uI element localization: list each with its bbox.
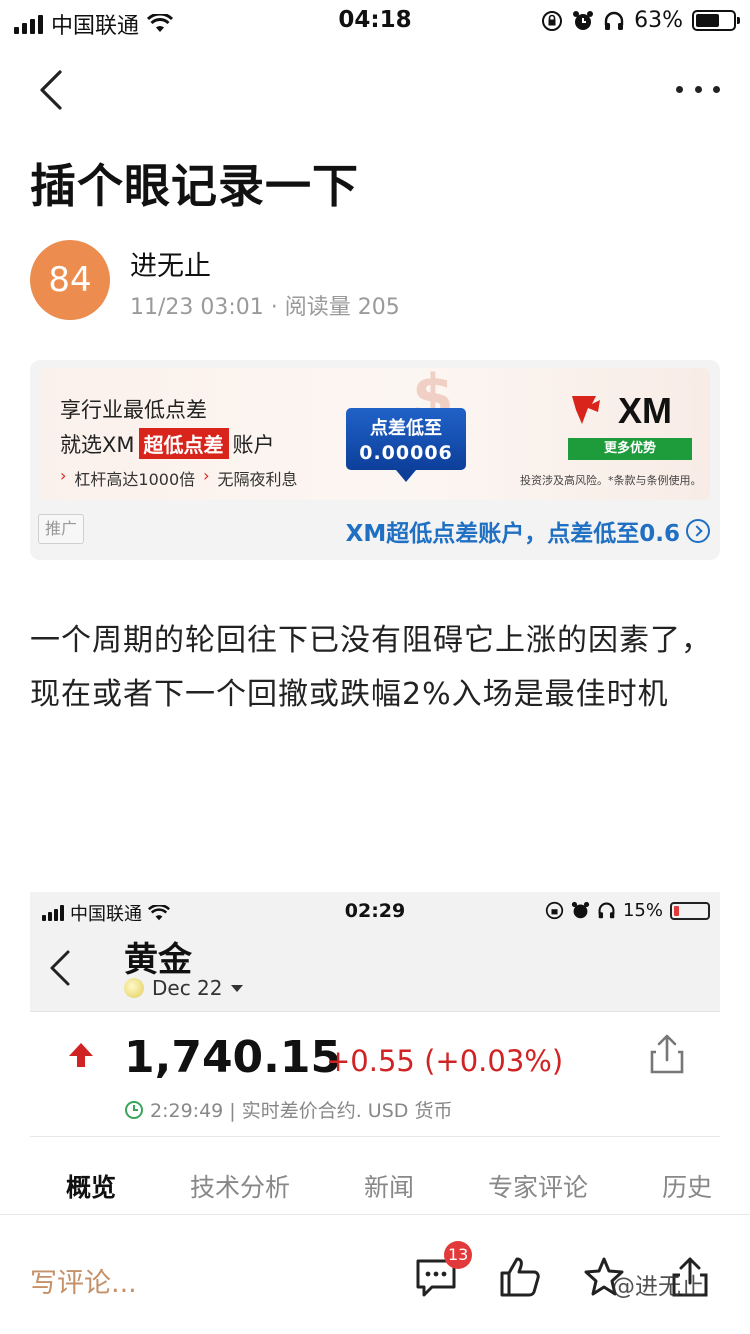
battery-fill xyxy=(674,905,679,916)
alarm-icon xyxy=(571,901,590,919)
battery-icon xyxy=(670,901,710,920)
status-bar: 中国联通 04:18 63% xyxy=(0,0,750,42)
page-title: 插个眼记录一下 xyxy=(30,159,359,213)
image-price: 1,740.15 xyxy=(124,1032,342,1083)
ad-feature: 无隔夜利息 xyxy=(217,470,298,489)
image-tab-expert: 专家评论 xyxy=(488,1173,589,1202)
alarm-icon xyxy=(573,10,594,30)
more-dots-icon xyxy=(676,85,683,93)
ad-features: › 杠杆高达1000倍 › 无隔夜利息 xyxy=(60,466,298,490)
back-button[interactable] xyxy=(30,66,74,114)
ad-line2-suffix: 账户 xyxy=(232,432,275,457)
ad-cta-label: XM超低点差账户，点差低至0.6 xyxy=(345,521,680,547)
caret-down-icon xyxy=(230,984,243,992)
image-asset-title: 黄金 xyxy=(124,940,192,980)
ad-line2-prefix: 就选XM xyxy=(60,432,135,457)
headphones-icon xyxy=(604,11,624,30)
comment-count-badge: 13 xyxy=(444,1241,473,1269)
gold-coin-icon xyxy=(124,978,144,998)
share-icon xyxy=(650,1034,684,1074)
chevron-left-icon xyxy=(50,950,70,986)
battery-percent: 63% xyxy=(634,8,683,33)
rotation-lock-icon xyxy=(542,10,563,31)
post-body: 一个周期的轮回往下已没有阻碍它上涨的因素了，现在或者下一个回撤或跌幅2%入场是最… xyxy=(30,623,712,712)
image-contract-selector: Dec 22 xyxy=(124,976,243,1000)
divider xyxy=(30,1136,720,1137)
svg-text:XM: XM xyxy=(618,390,672,430)
ad-spread-value: 0.00006 xyxy=(359,442,453,464)
image-tab-technical: 技术分析 xyxy=(190,1173,291,1202)
image-price-meta-text: 2:29:49 | 实时差价合约. USD 货币 xyxy=(150,1100,453,1122)
image-app-header: 中国联通 02:29 15% 黄金 Dec 22 xyxy=(30,892,720,1012)
ad-spread-label: 点差低至 xyxy=(370,418,442,439)
more-button[interactable] xyxy=(676,76,720,102)
image-tab-news: 新闻 xyxy=(364,1173,415,1202)
like-button[interactable] xyxy=(498,1255,542,1299)
ad-banner[interactable]: $ 享行业最低点差 就选XM 超低点差 账户 › 杠杆高达1000倍 › 无隔夜… xyxy=(40,368,710,500)
comment-input[interactable]: 写评论... xyxy=(30,1261,137,1300)
circle-arrow-right-icon xyxy=(686,519,710,543)
bottom-action-bar: 写评论... 13 @进无止 xyxy=(0,1214,750,1334)
rotation-lock-icon xyxy=(545,901,564,920)
chevron-right-icon: › xyxy=(203,466,210,485)
image-tabs: 概览 技术分析 新闻 专家评论 历史 xyxy=(30,1168,720,1204)
ad-headline: 享行业最低点差 xyxy=(60,398,207,422)
headphones-icon xyxy=(598,902,615,919)
ad-feature: 杠杆高达1000倍 xyxy=(74,470,196,489)
ad-subheadline: 就选XM 超低点差 账户 xyxy=(60,428,275,459)
ad-cta-link[interactable]: XM超低点差账户，点差低至0.6 xyxy=(346,514,710,548)
chevron-right-icon: › xyxy=(60,466,67,485)
image-price-change: +0.55 (+0.03%) xyxy=(326,1044,564,1078)
post-image[interactable]: 中国联通 02:29 15% 黄金 Dec 22 1,740.15 +0.55 … xyxy=(30,892,720,1212)
post-meta: 11/23 03:01 · 阅读量 205 xyxy=(130,295,400,320)
author-name[interactable]: 进无止 xyxy=(130,244,211,283)
image-contract-label: Dec 22 xyxy=(152,976,223,1000)
arrow-up-icon xyxy=(69,1043,93,1067)
ad-disclaimer: 投资涉及高风险。*条款与条例使用。 xyxy=(520,474,702,487)
status-right: 63% xyxy=(541,8,740,33)
ad-card[interactable]: $ 享行业最低点差 就选XM 超低点差 账户 › 杠杆高达1000倍 › 无隔夜… xyxy=(30,360,720,560)
watermark: @进无止 xyxy=(612,1274,704,1300)
ad-spread-box: 点差低至 0.00006 xyxy=(346,408,466,482)
image-tab-history: 历史 xyxy=(662,1173,713,1202)
image-tab-overview: 概览 xyxy=(66,1173,117,1202)
image-battery-percent: 15% xyxy=(622,900,663,921)
battery-fill xyxy=(696,14,719,27)
clock-icon xyxy=(125,1100,143,1119)
xm-logo: XM xyxy=(572,390,672,430)
ad-tag: 推广 xyxy=(38,514,85,544)
image-price-meta: 2:29:49 | 实时差价合约. USD 货币 xyxy=(124,1096,452,1123)
xm-more-button[interactable]: 更多优势 xyxy=(568,438,692,460)
image-status-bar: 中国联通 02:29 15% xyxy=(30,892,720,928)
ad-badge: 超低点差 xyxy=(138,428,229,459)
battery-icon xyxy=(692,10,740,31)
avatar[interactable]: 84 xyxy=(30,240,110,320)
